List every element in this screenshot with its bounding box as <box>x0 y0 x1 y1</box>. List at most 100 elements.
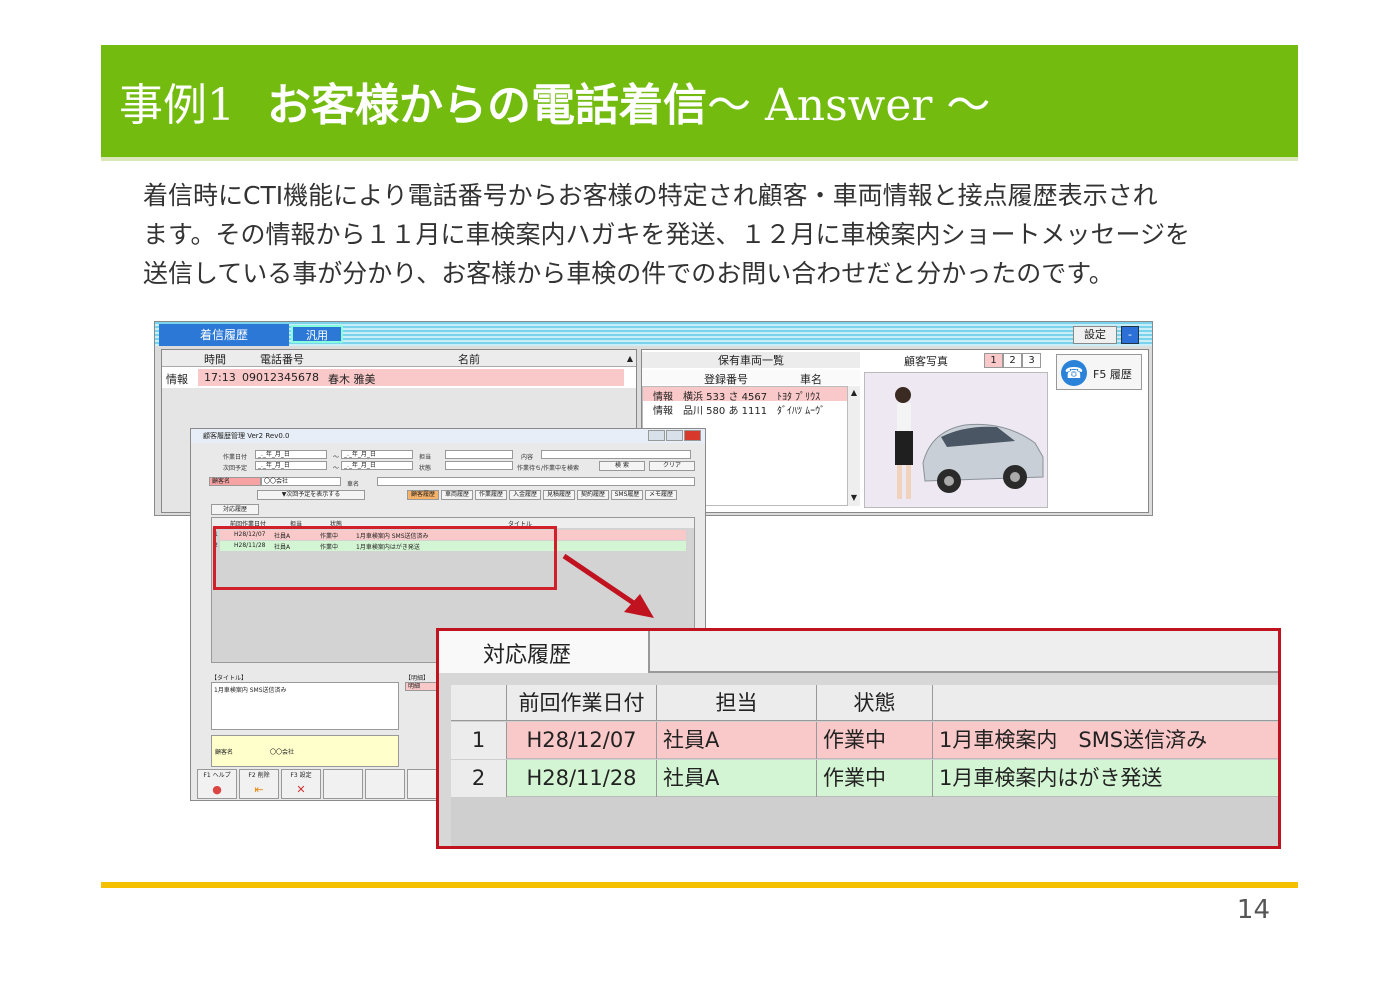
row-no: 1 <box>451 722 507 759</box>
window-title: 顧客履歴管理 Ver2 Rev0.0 <box>203 432 290 440</box>
zoom-arrow-icon <box>562 553 654 618</box>
car-name-input[interactable] <box>377 477 695 486</box>
summary-label: 顧客名 <box>215 749 234 756</box>
row-status: 作業中 <box>817 760 933 797</box>
work-date-to[interactable]: _._年_月_日 <box>341 450 413 459</box>
staff-label: 担当 <box>419 454 432 461</box>
close-icon[interactable] <box>684 430 701 441</box>
fkey-label: F3 設定 <box>290 772 312 779</box>
empty-fkey[interactable] <box>323 769 363 799</box>
customer-info-panel: 保有車両一覧 登録番号 車名 情報 横浜 533 さ 4567 ﾄﾖﾀ ﾌﾟﾘｳ… <box>641 349 1149 513</box>
scroll-down-icon[interactable]: ▼ <box>848 493 860 502</box>
next-date-from[interactable]: _._年_月_日 <box>255 461 327 470</box>
slide-title: 事例1 お客様からの電話着信～ Answer ～ <box>119 69 990 133</box>
delete-button[interactable]: F2 削除 ⇤ <box>239 769 279 799</box>
col-status: 状態 <box>817 685 933 721</box>
call-name: 春木 雅美 <box>328 373 376 386</box>
vehicle-car: ﾀﾞｲﾊﾂ ﾑｰｳﾞ <box>777 406 826 417</box>
summary-value: 〇〇会社 <box>270 749 295 756</box>
paragraph-line: 送信している事が分かり、お客様から車検の件でのお問い合わせだと分かったのです。 <box>143 259 1114 288</box>
tab-general[interactable]: 汎用 <box>291 325 343 343</box>
content-input[interactable] <box>541 450 691 459</box>
content-label: 内容 <box>521 454 534 461</box>
customer-summary: 顧客名 〇〇会社 <box>211 735 399 767</box>
call-time: 17:13 <box>204 371 236 384</box>
zoom-tabbar: 対応履歴 <box>439 631 1278 673</box>
page-number: 14 <box>1236 895 1270 925</box>
help-icon: ● <box>212 783 222 796</box>
row-staff: 社員A <box>657 722 817 759</box>
range-tilde: ～ <box>333 465 340 472</box>
car-name-label: 車名 <box>347 481 360 488</box>
paragraph-line: ます。その情報から１１月に車検案内ハガキを発送、１２月に車検案内ショートメッセー… <box>143 220 1191 249</box>
maximize-icon[interactable] <box>666 430 683 441</box>
title-prefix: 事例1 <box>119 80 235 131</box>
row-title: 1月車検案内 SMS送信済み <box>939 728 1208 752</box>
body-paragraph: 着信時にCTI機能により電話番号からお客様の特定され顧客・車両情報と接点履歴表示… <box>143 176 1263 293</box>
tab-work-history[interactable]: 作業履歴 <box>475 490 507 500</box>
title-memo[interactable]: 1月車検案内 SMS送信済み <box>211 682 399 730</box>
delete-icon: ⇤ <box>254 783 264 796</box>
empty-fkey[interactable] <box>365 769 405 799</box>
vehicle-scrollbar[interactable]: ▲ ▼ <box>847 386 860 506</box>
table-row[interactable]: 2 H28/11/28 社員A 作業中 1月車検案内はがき発送 <box>451 760 1278 797</box>
vehicle-row[interactable]: 情報 横浜 533 さ 4567 ﾄﾖﾀ ﾌﾟﾘｳｽ <box>643 387 848 403</box>
call-phone: 09012345678 <box>242 371 319 384</box>
scroll-up-icon[interactable]: ▲ <box>624 350 636 367</box>
zoomed-grid-header: 前回作業日付 担当 状態 <box>451 685 1278 721</box>
minimize-icon[interactable] <box>648 430 665 441</box>
tab-vehicle-history[interactable]: 車両履歴 <box>441 490 473 500</box>
tab-memo-history[interactable]: メモ履歴 <box>645 490 677 500</box>
status-label: 状態 <box>419 465 432 472</box>
clear-button[interactable]: クリア <box>649 461 695 471</box>
row-date: H28/11/28 <box>507 760 657 797</box>
customer-photo <box>864 372 1048 508</box>
range-tilde: ～ <box>333 454 340 461</box>
tab-estimate-history[interactable]: 見積履歴 <box>543 490 575 500</box>
paragraph-line: 着信時にCTI機能により電話番号からお客様の特定され顧客・車両情報と接点履歴表示… <box>143 181 1158 210</box>
photo-tab[interactable]: 1 <box>984 353 1003 368</box>
staff-select[interactable] <box>445 450 513 459</box>
customer-name-input[interactable]: 〇〇会社 <box>261 477 341 486</box>
tab-correspondence[interactable]: 対応履歴 <box>211 504 259 515</box>
history-button[interactable]: ☎ F5 履歴 <box>1056 354 1142 390</box>
work-date-from[interactable]: _._年_月_日 <box>255 450 327 459</box>
settings-icon: ✕ <box>296 783 306 796</box>
col-phone: 電話番号 <box>260 353 304 366</box>
call-row[interactable]: 情報 17:13 09012345678 春木 雅美 <box>162 369 624 386</box>
col-no <box>451 685 507 721</box>
tab-contract-history[interactable]: 契約履歴 <box>577 490 609 500</box>
fkey-label: F1 ヘルプ <box>203 772 231 779</box>
tab-payment-history[interactable]: 入金履歴 <box>509 490 541 500</box>
highlight-box <box>213 526 557 590</box>
col-name: 名前 <box>458 353 480 366</box>
col-date: 前回作業日付 <box>507 685 657 721</box>
zoomed-history-panel: 対応履歴 前回作業日付 担当 状態 1 H28/12/07 社員A 作業中 1月… <box>436 628 1281 849</box>
col-time: 時間 <box>204 353 226 366</box>
settings-button[interactable]: 設定 <box>1073 326 1117 344</box>
tab-call-history[interactable]: 着信履歴 <box>159 324 289 346</box>
row-title: 1月車検案内はがき発送 <box>939 766 1163 790</box>
next-date-to[interactable]: _._年_月_日 <box>341 461 413 470</box>
show-next-plan-button[interactable]: ▼次回予定を表示する <box>257 490 365 500</box>
vehicle-row[interactable]: 情報 品川 580 あ 1111 ﾀﾞｲﾊﾂ ﾑｰｳﾞ <box>643 401 848 417</box>
config-button[interactable]: F3 設定 ✕ <box>281 769 321 799</box>
table-row[interactable]: 1 H28/12/07 社員A 作業中 1月車検案内 SMS送信済み <box>451 722 1278 759</box>
title-underline <box>101 157 1298 161</box>
col-car: 車名 <box>800 373 822 386</box>
status-select[interactable] <box>445 461 513 470</box>
help-button[interactable]: F1 ヘルプ ● <box>197 769 237 799</box>
work-date-label: 作業日付 <box>223 454 248 461</box>
search-button[interactable]: 検 索 <box>599 461 645 471</box>
row-no: 2 <box>451 760 507 797</box>
tab-customer-history[interactable]: 顧客履歴 <box>407 490 439 500</box>
checkbox-label[interactable]: 作業待ち/作業中を検索 <box>517 463 579 472</box>
tab-sms-history[interactable]: SMS履歴 <box>611 490 643 500</box>
tab-correspondence-zoomed[interactable]: 対応履歴 <box>439 631 650 673</box>
row-status: 作業中 <box>817 722 933 759</box>
photo-tab[interactable]: 3 <box>1022 353 1041 368</box>
minimize-button[interactable]: - <box>1121 326 1139 344</box>
photo-tab[interactable]: 2 <box>1003 353 1022 368</box>
window-controls <box>647 430 703 441</box>
scroll-up-icon[interactable]: ▲ <box>848 388 860 397</box>
